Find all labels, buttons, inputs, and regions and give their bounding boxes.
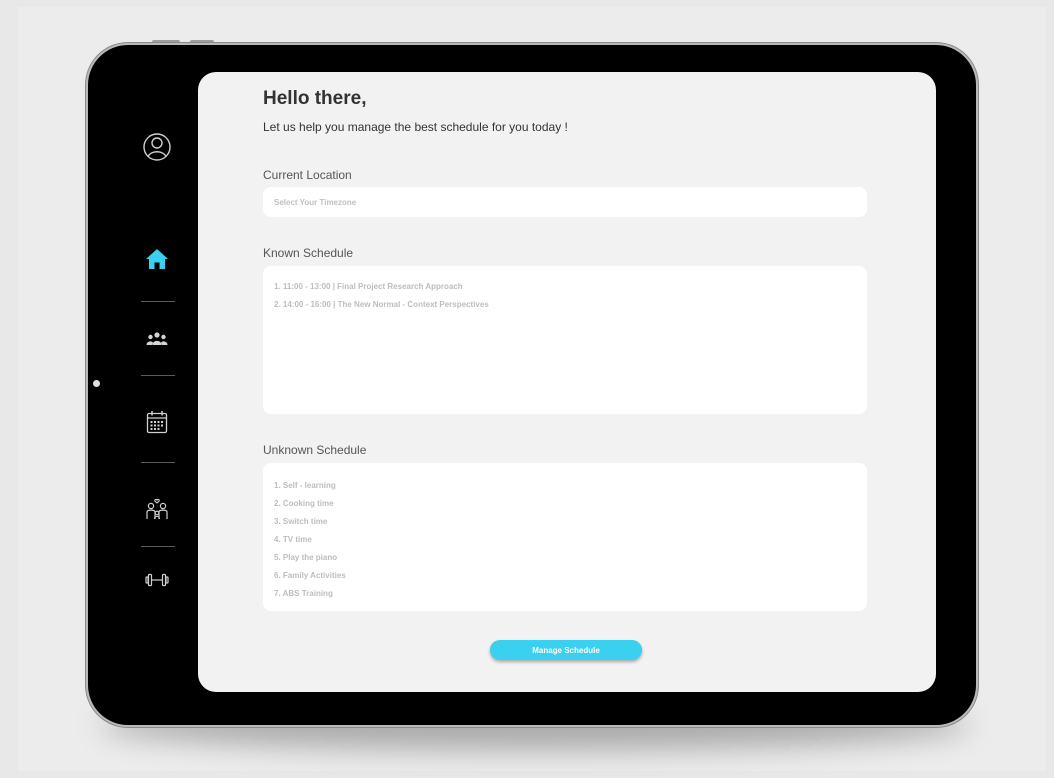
list-item: 7. ABS Training <box>274 589 333 598</box>
list-item: 2. 14:00 - 16:00 | The New Normal - Cont… <box>274 300 489 309</box>
list-item: 3. Switch time <box>274 517 328 526</box>
current-location-label: Current Location <box>263 168 352 182</box>
home-icon <box>146 249 168 269</box>
group-icon <box>146 332 168 345</box>
list-item: 1. Self - learning <box>274 481 336 490</box>
list-item: 5. Play the piano <box>274 553 338 562</box>
sidebar-divider <box>141 462 175 463</box>
manage-schedule-button[interactable]: Manage Schedule <box>490 640 642 660</box>
sidebar-item-fitness[interactable] <box>112 555 202 605</box>
list-item: 6. Family Activities <box>274 571 346 580</box>
family-icon <box>146 498 168 520</box>
list-item: 1. 11:00 - 13:00 | Final Project Researc… <box>274 282 463 291</box>
calendar-icon <box>146 411 168 434</box>
list-item: 2. Cooking time <box>274 499 334 508</box>
sidebar-item-family[interactable] <box>112 484 202 534</box>
known-schedule-box[interactable]: 1. 11:00 - 13:00 | Final Project Researc… <box>263 266 867 414</box>
app-screen: Hello there, Let us help you manage the … <box>198 72 936 692</box>
sidebar <box>112 100 202 660</box>
sidebar-item-group[interactable] <box>112 314 202 364</box>
page-title: Hello there, <box>263 88 367 109</box>
sidebar-divider <box>141 375 175 376</box>
timezone-input[interactable] <box>263 187 867 217</box>
known-schedule-label: Known Schedule <box>263 246 354 260</box>
unknown-schedule-label: Unknown Schedule <box>263 443 367 457</box>
list-item: 4. TV time <box>274 535 312 544</box>
profile-icon <box>143 133 171 161</box>
dumbbell-icon <box>145 573 169 587</box>
sidebar-divider <box>141 546 175 547</box>
sidebar-item-calendar[interactable] <box>112 397 202 447</box>
unknown-schedule-box[interactable]: 1. Self - learning 2. Cooking time 3. Sw… <box>263 463 867 611</box>
sidebar-item-home[interactable] <box>112 234 202 284</box>
page-subtitle: Let us help you manage the best schedule… <box>263 120 568 134</box>
sidebar-item-profile[interactable] <box>112 122 202 172</box>
camera-dot <box>93 380 100 387</box>
sidebar-divider <box>141 301 175 302</box>
